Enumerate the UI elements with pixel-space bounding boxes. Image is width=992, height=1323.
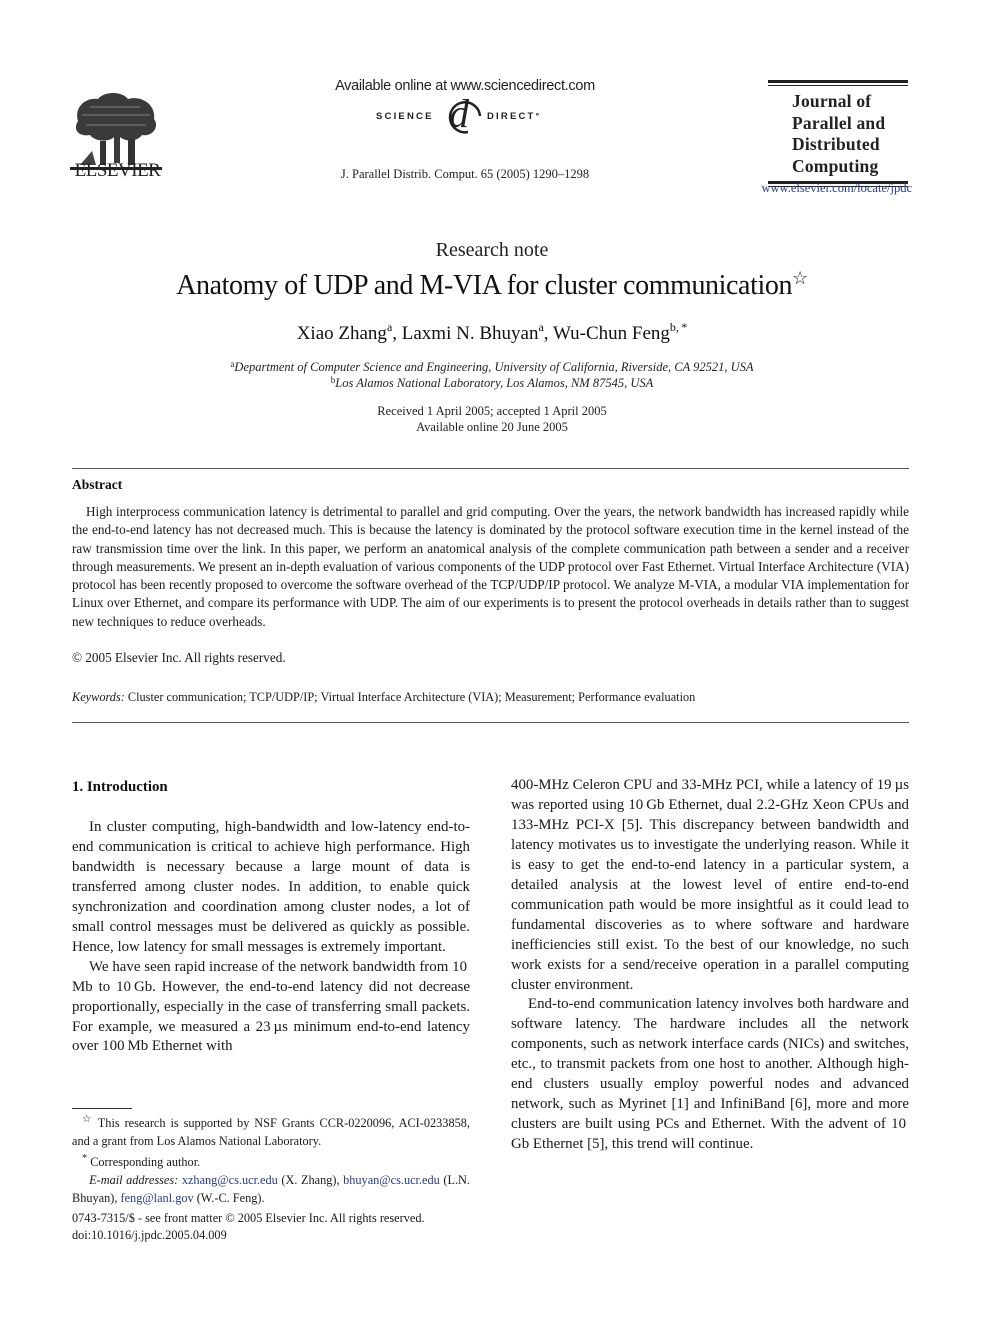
right-column: 400-MHz Celeron CPU and 33-MHz PCI, whil… (511, 776, 909, 1155)
journal-title-line: Computing (792, 155, 879, 176)
email-owner: (W.-C. Feng). (193, 1190, 265, 1205)
article-type: Research note (435, 239, 549, 261)
footnote-emails: E-mail addresses: xzhang@cs.ucr.edu (X. … (72, 1172, 470, 1207)
author-separator: , (392, 323, 402, 344)
sciencedirect-logo-left: SCIENCE (376, 111, 434, 122)
journal-title-line: Parallel and (792, 112, 886, 133)
email-link[interactable]: bhuyan@cs.ucr.edu (343, 1173, 440, 1187)
paragraph: 400-MHz Celeron CPU and 33-MHz PCI, whil… (511, 777, 909, 993)
keywords-label: Keywords: (72, 690, 125, 704)
title-footnote-star-icon[interactable]: ☆ (792, 268, 808, 288)
author-name: Xiao Zhang (296, 323, 387, 344)
author-separator: , (543, 323, 553, 344)
publisher-name: ELSEVIER (74, 160, 161, 181)
affiliation: aDepartment of Computer Science and Engi… (0, 359, 984, 375)
journal-title-line: Distributed (792, 134, 880, 154)
author-affiliation-mark[interactable]: b, * (670, 320, 687, 334)
abstract-copyright: © 2005 Elsevier Inc. All rights reserved… (72, 650, 286, 665)
left-column: In cluster computing, high-bandwidth and… (72, 818, 470, 1057)
keywords-list: Cluster communication; TCP/UDP/IP; Virtu… (127, 690, 696, 704)
paragraph: We have seen rapid increase of the netwo… (72, 958, 470, 1055)
email-owner: (X. Zhang), (277, 1172, 344, 1187)
online-date: Available online 20 June 2005 (416, 420, 568, 434)
doi-link[interactable]: doi:10.1016/j.jpdc.2005.04.009 (72, 1228, 227, 1243)
abstract-heading: Abstract (72, 477, 123, 492)
paragraph: End-to-end communication latency involve… (511, 996, 909, 1153)
section-heading: 1. Introduction (72, 779, 168, 795)
affiliation: bLos Alamos National Laboratory, Los Ala… (0, 375, 984, 391)
author-name: Laxmi N. Bhuyan (401, 323, 539, 344)
affiliation-text: Department of Computer Science and Engin… (234, 360, 754, 374)
abstract-rule-bottom (72, 722, 909, 723)
footnote-funding-text: This research is supported by NSF Grants… (72, 1116, 470, 1148)
footnote-corresponding: * Corresponding author. (72, 1150, 470, 1172)
footnote-funding: ☆ This research is supported by NSF Gran… (72, 1111, 470, 1150)
email-link[interactable]: xzhang@cs.ucr.edu (182, 1173, 278, 1187)
journal-title-box: Journal of Parallel and Distributed Comp… (768, 80, 908, 187)
email-label: E-mail addresses: (89, 1172, 179, 1187)
paragraph: In cluster computing, high-bandwidth and… (72, 819, 470, 955)
footnote-rule (72, 1108, 132, 1109)
issn-line: 0743-7315/$ - see front matter © 2005 El… (72, 1211, 425, 1225)
author-list: Xiao Zhanga, Laxmi N. Bhuyana, Wu-Chun F… (0, 320, 984, 345)
journal-url-link[interactable]: www.elsevier.com/locate/jpdc (740, 181, 912, 196)
article-title: Anatomy of UDP and M-VIA for cluster com… (0, 268, 984, 302)
abstract-body: High interprocess communication latency … (72, 504, 909, 629)
footnote-asterisk: * (82, 1153, 88, 1165)
email-link[interactable]: feng@lanl.gov (121, 1191, 194, 1205)
affiliation-text: Los Alamos National Laboratory, Los Alam… (335, 376, 654, 390)
journal-title: Journal of Parallel and Distributed Comp… (768, 86, 908, 181)
sciencedirect-logo-right: DIRECT° (487, 111, 542, 122)
journal-rule-top (768, 80, 908, 83)
journal-citation: J. Parallel Distrib. Comput. 65 (2005) 1… (340, 167, 590, 181)
author-name: Wu-Chun Feng (552, 323, 670, 344)
received-dates: Received 1 April 2005; accepted 1 April … (377, 404, 607, 418)
footnote-star-icon: ☆ (82, 1114, 94, 1125)
journal-title-line: Journal of (792, 91, 872, 111)
sciencedirect-at-circle-icon (448, 101, 482, 134)
footnotes: ☆ This research is supported by NSF Gran… (72, 1111, 470, 1207)
abstract-rule-top (72, 468, 909, 469)
footnote-corresponding-text: Corresponding author. (90, 1155, 201, 1170)
article-title-text: Anatomy of UDP and M-VIA for cluster com… (176, 270, 793, 301)
keywords: Keywords: Cluster communication; TCP/UDP… (72, 690, 695, 705)
